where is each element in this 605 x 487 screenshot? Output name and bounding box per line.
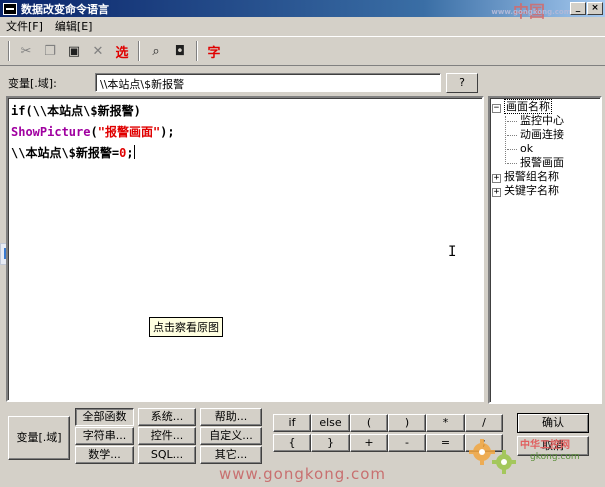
string-functions-button[interactable]: 字符串... bbox=[75, 427, 134, 445]
collapse-icon[interactable]: − bbox=[492, 104, 501, 113]
tree-item-screen[interactable]: 报警画面 bbox=[492, 156, 598, 170]
variable-row: 变量[.域]: \\本站点\$新报警 ? bbox=[0, 70, 605, 96]
code-line-3: \\本站点\$新报警=0; bbox=[11, 145, 135, 160]
ibeam-cursor-icon: I bbox=[448, 244, 457, 260]
delete-icon[interactable]: ✕ bbox=[88, 41, 108, 61]
app-icon bbox=[3, 2, 17, 15]
other-functions-button[interactable]: 其它... bbox=[200, 446, 262, 464]
watermark-top-url: www.gongkong.com bbox=[491, 8, 571, 16]
help-button[interactable]: 帮助... bbox=[200, 408, 262, 426]
op-minus-button[interactable]: - bbox=[388, 434, 426, 452]
tree-item-screen[interactable]: 动画连接 bbox=[492, 128, 598, 142]
variable-field[interactable]: \\本站点\$新报警 bbox=[95, 73, 441, 92]
caption-buttons: _ × bbox=[570, 2, 603, 15]
browse-variable-button[interactable]: ? bbox=[446, 73, 478, 93]
op-if-button[interactable]: if bbox=[273, 414, 311, 432]
symbol-tree[interactable]: − 画面名称 监控中心 动画连接 ok 报警画面 + 报警组名称 + 关键字名称 bbox=[488, 96, 602, 404]
sql-functions-button[interactable]: SQL... bbox=[138, 446, 196, 464]
toolbar-separator bbox=[8, 41, 10, 61]
menu-edit[interactable]: 编辑[E] bbox=[49, 18, 99, 34]
op-rbrace-button[interactable]: } bbox=[311, 434, 350, 452]
math-functions-button[interactable]: 数学... bbox=[75, 446, 134, 464]
watermark-logo-text: 中华工控网 bbox=[520, 440, 570, 451]
variable-label: 变量[.域]: bbox=[8, 77, 57, 90]
watermark-bottom-url: www.gongkong.com bbox=[218, 465, 387, 483]
code-line-2: ShowPicture("报警画面"); bbox=[11, 125, 175, 139]
op-multiply-button[interactable]: * bbox=[426, 414, 465, 432]
menu-bar: 文件[F] 编辑[E] bbox=[0, 17, 605, 35]
window-title: 数据改变命令语言 bbox=[21, 2, 109, 16]
control-functions-button[interactable]: 控件... bbox=[138, 427, 196, 445]
minimize-button[interactable]: _ bbox=[570, 2, 586, 15]
op-lparen-button[interactable]: ( bbox=[350, 414, 388, 432]
all-functions-button[interactable]: 全部函数 bbox=[75, 408, 134, 426]
toolbar-separator bbox=[138, 41, 140, 61]
tree-node-screens[interactable]: − 画面名称 bbox=[492, 99, 598, 114]
menu-file[interactable]: 文件[F] bbox=[0, 18, 49, 34]
code-editor[interactable]: if(\\本站点\$新报警) ShowPicture("报警画面"); \\本站… bbox=[6, 96, 484, 402]
code-line-1: if(\\本站点\$新报警) bbox=[11, 104, 141, 118]
copy-icon[interactable]: ❐ bbox=[40, 41, 60, 61]
expand-icon[interactable]: + bbox=[492, 174, 501, 183]
tree-node-keywords[interactable]: + 关键字名称 bbox=[492, 184, 598, 198]
select-icon[interactable]: 选 bbox=[112, 41, 132, 61]
tree-node-alarm-groups[interactable]: + 报警组名称 bbox=[492, 170, 598, 184]
text-caret bbox=[133, 145, 135, 159]
op-equals-button[interactable]: = bbox=[426, 434, 465, 452]
toolbar-separator bbox=[196, 41, 198, 61]
expand-icon[interactable]: + bbox=[492, 188, 501, 197]
op-plus-button[interactable]: + bbox=[350, 434, 388, 452]
find-icon[interactable]: ⌕ bbox=[146, 41, 166, 61]
close-button[interactable]: × bbox=[587, 2, 603, 15]
tree-item-screen[interactable]: 监控中心 bbox=[492, 114, 598, 128]
insert-variable-button[interactable]: 变量[.域] bbox=[8, 416, 70, 460]
paste-icon[interactable]: ▣ bbox=[64, 41, 84, 61]
custom-functions-button[interactable]: 自定义... bbox=[200, 427, 262, 445]
op-else-button[interactable]: else bbox=[311, 414, 350, 432]
font-icon[interactable]: 字 bbox=[204, 41, 224, 61]
op-rparen-button[interactable]: ) bbox=[388, 414, 426, 432]
op-lbrace-button[interactable]: { bbox=[273, 434, 311, 452]
toolbar: ✂ ❐ ▣ ✕ 选 ⌕ ◘ 字 bbox=[0, 36, 605, 66]
cut-icon[interactable]: ✂ bbox=[16, 41, 36, 61]
replace-icon[interactable]: ◘ bbox=[170, 41, 190, 61]
tooltip: 点击察看原图 bbox=[149, 317, 223, 337]
tree-item-screen[interactable]: ok bbox=[492, 142, 598, 156]
watermark-logo-sub: gkong.com bbox=[530, 452, 580, 462]
system-functions-button[interactable]: 系统... bbox=[138, 408, 196, 426]
title-bar: 数据改变命令语言 中国 www.gongkong.com _ × bbox=[0, 0, 605, 21]
